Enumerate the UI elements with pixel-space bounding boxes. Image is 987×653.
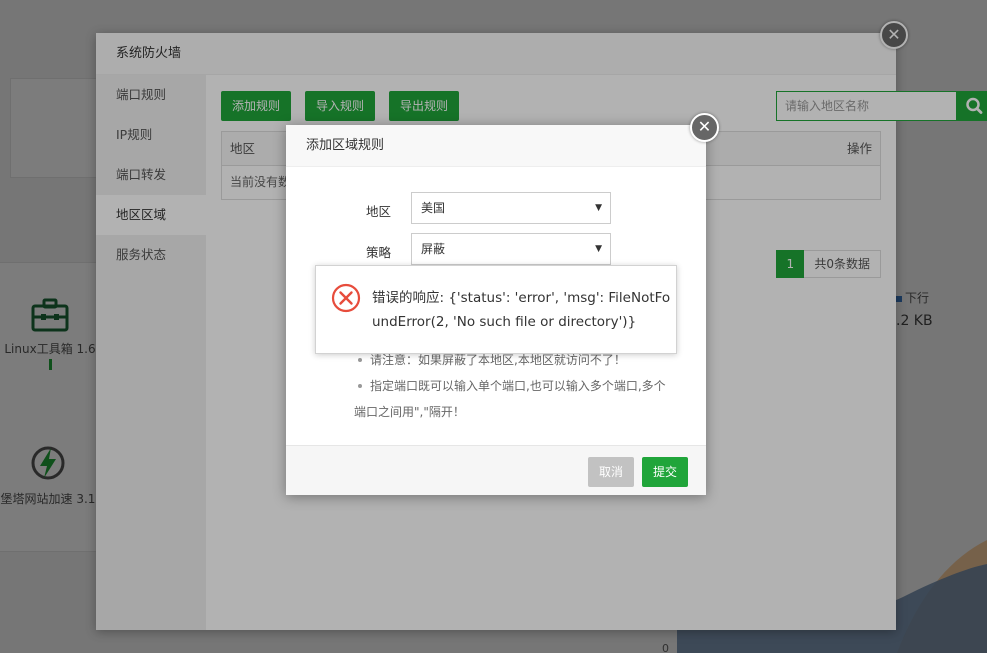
strategy-label: 策略 [366, 245, 392, 260]
strategy-select-value: 屏蔽 [421, 242, 446, 256]
cancel-button[interactable]: 取消 [587, 457, 634, 487]
chevron-down-icon: ▼ [595, 244, 602, 254]
chevron-down-icon: ▼ [595, 203, 602, 213]
dialog-footer: 取消 提交 [286, 445, 706, 495]
error-circle-icon [331, 283, 361, 313]
tip-item: 指定端口既可以输入单个端口,也可以输入多个端口,多个 [354, 373, 684, 399]
tip-item-continued: 端口之间用","隔开！ [354, 405, 465, 419]
region-label: 地区 [366, 204, 392, 219]
strategy-select[interactable]: 屏蔽 ▼ [411, 233, 611, 265]
region-select-value: 美国 [421, 201, 446, 215]
region-select[interactable]: 美国 ▼ [411, 192, 611, 224]
dialog-close-button[interactable]: ✕ [690, 113, 719, 142]
error-message: 错误的响应: {'status': 'error', 'msg': FileNo… [372, 290, 671, 330]
close-icon: ✕ [697, 117, 712, 136]
submit-button[interactable]: 提交 [641, 457, 688, 487]
dialog-tips: 请注意：如果屏蔽了本地区,本地区就访问不了！ 指定端口既可以输入单个端口,也可以… [354, 347, 684, 425]
error-toast: 错误的响应: {'status': 'error', 'msg': FileNo… [315, 265, 677, 354]
dialog-title: 添加区域规则 [286, 125, 706, 167]
